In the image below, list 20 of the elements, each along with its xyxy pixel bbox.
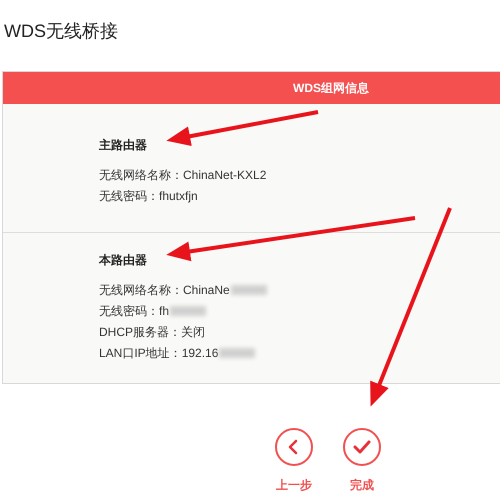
field-label: 无线密码： [99,188,159,204]
section-heading: 主路由器 [99,137,147,154]
field-value: fh [159,302,170,320]
field-value: 192.16 [182,344,218,362]
field-value: fhutxfjn [159,188,198,204]
blurred-area [170,306,206,316]
field-label: 无线密码： [99,302,159,320]
field-value: ChinaNet-KXL2 [183,166,266,184]
field-label: DHCP服务器： [99,324,182,340]
panel-header-title: WDS组网信息 [293,80,369,97]
checkmark-icon [353,440,371,454]
field-label: 无线网络名称： [99,282,183,298]
field-value: 关闭 [181,324,206,340]
field-label: LAN口IP地址： [99,344,182,362]
field-label: 无线网络名称： [99,166,183,184]
page-title: WDS无线桥接 [4,20,118,43]
section-heading: 本路由器 [99,252,147,269]
blurred-area [219,348,256,358]
blurred-area [230,284,267,294]
field-value: ChinaNe [183,282,230,298]
